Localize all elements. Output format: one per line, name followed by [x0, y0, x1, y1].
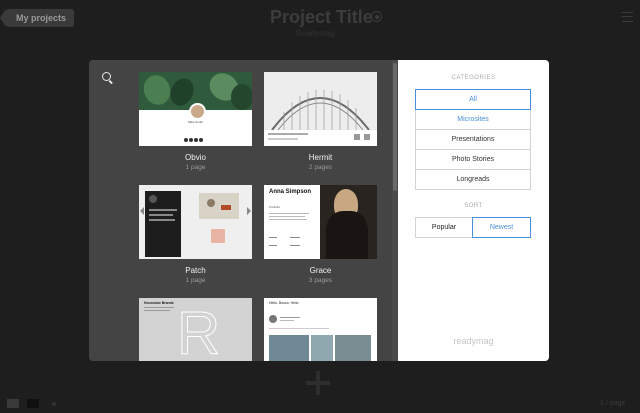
- template-thumbnail[interactable]: [264, 72, 377, 146]
- template-page-count: 1 page: [185, 277, 206, 284]
- chevron-right-icon: [247, 207, 251, 215]
- template-card-patch[interactable]: Patch 1 page: [139, 185, 252, 284]
- template-thumbnail[interactable]: Hello, Bosco, Hello: [264, 298, 377, 361]
- my-projects-button[interactable]: My projects: [0, 9, 75, 27]
- readymag-logo: readymag: [453, 336, 494, 346]
- sort-toggle: Popular Newest: [415, 217, 531, 238]
- thumbnail-title: Hello, Bosco, Hello: [269, 301, 299, 305]
- thumbnail-caption: Mike Smith: [188, 120, 203, 124]
- category-microsites[interactable]: Microsites: [415, 110, 531, 130]
- layout-toggle-dark-icon[interactable]: [27, 399, 39, 408]
- top-bar: My projects Project Title Readymag: [0, 0, 640, 60]
- category-all[interactable]: All: [415, 89, 531, 110]
- project-subtitle: Readymag: [296, 29, 335, 38]
- sort-popular-button[interactable]: Popular: [415, 217, 472, 238]
- template-card-grace[interactable]: Anna Simpson Portfolio Grace 3 pages: [264, 185, 377, 284]
- add-page-icon[interactable]: [306, 371, 330, 395]
- template-page-count: 2 pages: [308, 164, 333, 171]
- template-picker-modal: Mike Smith Obvio 1 page Hermit 2 pages P…: [89, 60, 549, 361]
- template-card-hermit[interactable]: Hermit 2 pages: [264, 72, 377, 171]
- category-list: All Microsites Presentations Photo Stori…: [415, 89, 531, 190]
- template-gallery: Mike Smith Obvio 1 page Hermit 2 pages P…: [89, 60, 398, 361]
- template-name: Patch: [185, 266, 206, 275]
- project-title[interactable]: Project Title: [270, 7, 373, 28]
- template-name: Grace: [309, 266, 332, 275]
- template-card-6[interactable]: Hello, Bosco, Hello: [264, 298, 377, 361]
- category-longreads[interactable]: Longreads: [415, 170, 531, 190]
- chevron-left-icon: [140, 207, 144, 215]
- template-page-count: 1 page: [185, 164, 206, 171]
- category-presentations[interactable]: Presentations: [415, 130, 531, 150]
- template-name: Obvio: [185, 153, 206, 162]
- template-thumbnail[interactable]: Mike Smith: [139, 72, 252, 146]
- thumbnail-title: Anna Simpson: [269, 189, 312, 195]
- search-icon[interactable]: [102, 72, 111, 81]
- thumbnail-title: Hounslow Brands: [144, 301, 174, 305]
- page-indicator: 1 / page: [600, 400, 626, 407]
- template-name: Hermit: [308, 153, 333, 162]
- dot-icon: [52, 402, 56, 406]
- sort-newest-button[interactable]: Newest: [472, 217, 531, 238]
- scrollbar-thumb[interactable]: [393, 63, 397, 191]
- template-thumbnail[interactable]: [139, 185, 252, 259]
- template-card-5[interactable]: Hounslow Brands R: [139, 298, 252, 361]
- settings-circle-icon[interactable]: [371, 11, 382, 22]
- hamburger-menu-icon[interactable]: [622, 12, 633, 22]
- thumbnail-caption: Portfolio: [269, 205, 281, 209]
- template-page-count: 3 pages: [308, 277, 333, 284]
- categories-heading: CATEGORIES: [451, 75, 496, 81]
- bridge-arch-image: [271, 90, 370, 130]
- thumbnail-letter: R: [176, 300, 221, 361]
- template-thumbnail[interactable]: Anna Simpson Portfolio: [264, 185, 377, 259]
- category-photo-stories[interactable]: Photo Stories: [415, 150, 531, 170]
- template-thumbnail[interactable]: Hounslow Brands R: [139, 298, 252, 361]
- layout-toggle-icon[interactable]: [7, 399, 19, 408]
- sort-heading: SORT: [464, 203, 483, 209]
- filter-sidebar: CATEGORIES All Microsites Presentations …: [398, 60, 549, 361]
- template-card-obvio[interactable]: Mike Smith Obvio 1 page: [139, 72, 252, 171]
